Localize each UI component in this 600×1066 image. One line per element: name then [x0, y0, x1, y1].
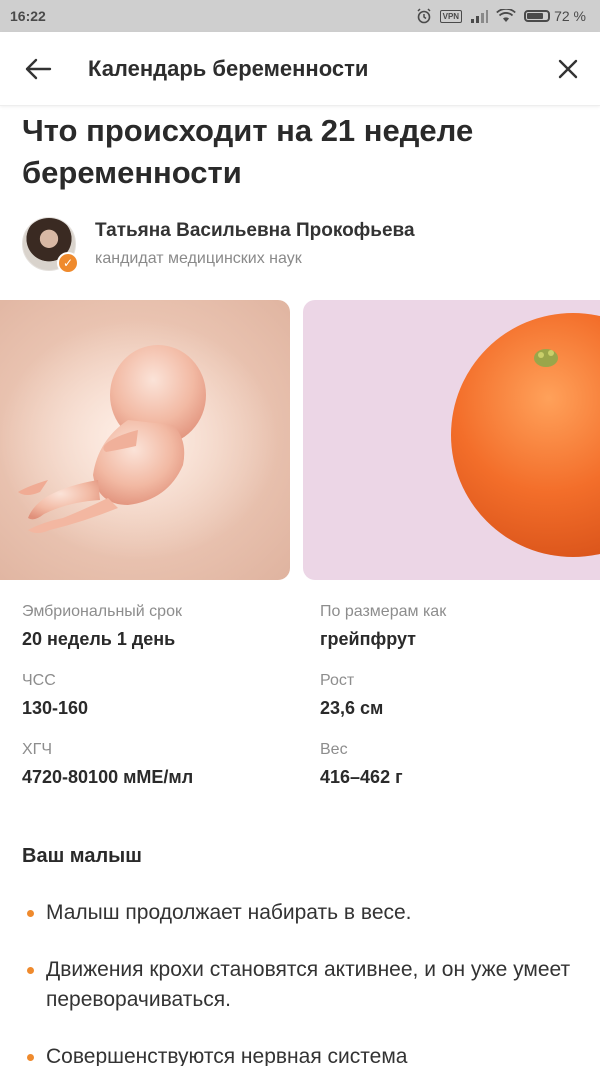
avatar[interactable]: ✓ — [22, 217, 79, 274]
alarm-icon — [417, 8, 431, 24]
list-item: Совершенствуются нервная система — [22, 1042, 582, 1066]
baby-facts-list: Малыш продолжает набирать в весе. Движен… — [22, 898, 582, 1066]
list-item-text: Малыш продолжает набирать в весе. — [46, 901, 412, 924]
app-bar: Календарь беременности — [0, 32, 600, 106]
close-button[interactable] — [536, 32, 600, 106]
grapefruit-image — [303, 300, 600, 580]
list-item: Малыш продолжает набирать в весе. — [22, 898, 582, 928]
stat-value: 130-160 — [22, 698, 89, 718]
author-block[interactable]: ✓ Татьяна Васильевна Прокофьева кандидат… — [22, 217, 415, 274]
author-name: Татьяна Васильевна Прокофьева — [95, 220, 415, 241]
bullet-dot-icon — [27, 1054, 34, 1061]
app-bar-title: Календарь беременности — [88, 55, 369, 81]
author-role: кандидат медицинских наук — [95, 250, 302, 267]
wifi-icon — [496, 9, 516, 22]
battery-indicator: 72 % — [524, 8, 586, 24]
grapefruit-illustration — [451, 313, 600, 557]
vpn-icon: VPN — [439, 9, 463, 23]
close-icon — [558, 59, 578, 78]
image-carousel[interactable] — [0, 300, 600, 580]
verified-check-icon: ✓ — [57, 252, 79, 274]
stat-label: По размерам как — [320, 603, 447, 620]
stat-hcg: ХГЧ 4720-80100 мМЕ/мл — [22, 741, 302, 788]
stat-label: Рост — [320, 672, 355, 689]
author-info: Татьяна Васильевна Прокофьева кандидат м… — [95, 220, 415, 268]
fetus-image — [0, 300, 290, 580]
list-item-text: Движения крохи становятся активнее, и он… — [46, 958, 571, 1011]
signal-icon — [471, 10, 489, 23]
section-title: Ваш малыш — [22, 845, 142, 867]
list-item: Движения крохи становятся активнее, и он… — [22, 955, 582, 1015]
stat-label: Эмбриональный срок — [22, 603, 182, 620]
status-bar: 16:22 VPN 72 % — [0, 0, 600, 32]
back-button[interactable] — [0, 32, 76, 106]
stat-label: ЧСС — [22, 672, 56, 689]
stat-height: Рост 23,6 см — [320, 672, 600, 719]
arrow-left-icon — [25, 58, 52, 79]
stat-value: 23,6 см — [320, 698, 384, 718]
stat-label: Вес — [320, 741, 348, 758]
battery-percent: 72 % — [554, 8, 586, 24]
stat-value: 416–462 г — [320, 767, 403, 787]
status-time: 16:22 — [10, 8, 46, 24]
stat-embryonic-term: Эмбриональный срок 20 недель 1 день — [22, 603, 302, 650]
stat-size-like: По размерам как грейпфрут — [320, 603, 600, 650]
stat-value: 20 недель 1 день — [22, 629, 176, 649]
bullet-dot-icon — [27, 910, 34, 917]
stat-heart-rate: ЧСС 130-160 — [22, 672, 302, 719]
fetus-illustration — [0, 320, 278, 560]
status-icons: VPN 72 % — [416, 8, 586, 24]
stat-value: 4720-80100 мМЕ/мл — [22, 767, 194, 787]
stat-weight: Вес 416–462 г — [320, 741, 600, 788]
battery-icon — [524, 10, 551, 22]
stat-value: грейпфрут — [320, 629, 416, 649]
bullet-dot-icon — [27, 967, 34, 974]
page-title: Что происходит на 21 неделе беременности — [22, 113, 474, 190]
stat-label: ХГЧ — [22, 741, 52, 758]
list-item-text: Совершенствуются нервная система — [46, 1045, 408, 1066]
